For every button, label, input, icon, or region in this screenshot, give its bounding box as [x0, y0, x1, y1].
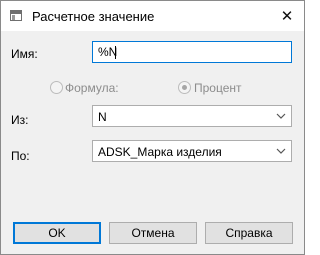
name-input[interactable]	[93, 42, 291, 62]
cancel-button[interactable]: Отмена	[109, 222, 197, 244]
name-label: Имя:	[11, 47, 38, 61]
ok-button[interactable]: OK	[13, 222, 101, 244]
window-title: Расчетное значение	[32, 9, 155, 24]
by-label: По:	[11, 149, 30, 163]
by-select[interactable]: ADSK_Марка изделия	[92, 140, 292, 162]
title-bar: Расчетное значение ✕	[1, 1, 304, 31]
from-label: Из:	[11, 113, 29, 127]
by-select-value: ADSK_Марка изделия	[98, 145, 222, 159]
from-select-value: N	[98, 110, 107, 124]
formula-radio-label: Формула:	[65, 81, 119, 95]
name-field-box[interactable]	[92, 41, 292, 63]
percent-radio[interactable]	[178, 81, 191, 94]
formula-radio[interactable]	[50, 81, 63, 94]
close-button[interactable]: ✕	[270, 1, 304, 31]
from-select[interactable]: N	[92, 105, 292, 127]
percent-radio-label: Процент	[194, 81, 242, 95]
help-button[interactable]: Справка	[205, 222, 293, 244]
dialog-window: Расчетное значение ✕ Имя: Формула: Проце…	[0, 0, 305, 255]
text-caret	[115, 46, 116, 59]
chevron-down-icon	[276, 113, 286, 119]
window-icon	[10, 10, 22, 21]
chevron-down-icon	[276, 148, 286, 154]
